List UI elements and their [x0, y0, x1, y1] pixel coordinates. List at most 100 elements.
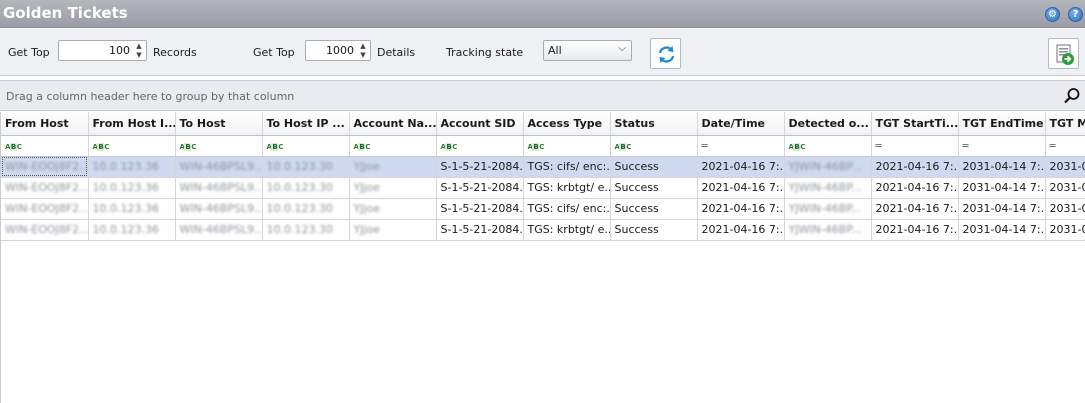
table-row[interactable]: WIN-EOOJ8F2... 10.0.123.36 WIN-46BPSL9..… — [1, 219, 1085, 241]
status-cell: Success — [610, 156, 698, 178]
get-top-details-label: Get Top — [253, 46, 295, 59]
to-host-ip-cell: 10.0.123.30 — [262, 219, 350, 241]
column-header[interactable]: TGT EndTime — [958, 112, 1046, 136]
column-header[interactable]: Detected o... — [784, 112, 872, 136]
group-by-panel[interactable]: Drag a column header here to group by th… — [0, 80, 1085, 111]
account-sid-cell: S-1-5-21-2084... — [436, 177, 524, 199]
column-header[interactable]: Access Type — [523, 112, 611, 136]
column-header[interactable]: Account Na... — [349, 112, 437, 136]
to-host-cell: WIN-46BPSL9... — [175, 177, 263, 199]
from-host-cell: WIN-EOOJ8F2... — [1, 198, 89, 220]
tgt-end-cell: 2031-04-14 7:... — [958, 198, 1046, 220]
settings-icon[interactable]: ⚙ — [1045, 7, 1060, 22]
tgt-end-cell: 2031-04-14 7:... — [958, 219, 1046, 241]
text-filter-icon: ABC — [527, 143, 544, 151]
help-icon[interactable]: ? — [1068, 7, 1083, 22]
toolbar: Get Top 100 ▲ ▼ Records Get Top 1000 ▲ ▼… — [0, 29, 1085, 76]
export-button[interactable] — [1048, 38, 1079, 69]
get-top-label: Get Top — [8, 46, 50, 59]
header-row: From Host From Host I... To Host To Host… — [1, 112, 1085, 136]
filter-cell[interactable]: ABC — [349, 135, 437, 157]
equals-filter-icon: ═ — [701, 141, 708, 152]
tgt-start-cell: 2021-04-16 7:... — [871, 177, 959, 199]
spin-up-icon[interactable]: ▲ — [134, 42, 144, 51]
spin-down-icon[interactable]: ▼ — [134, 51, 144, 60]
refresh-icon — [658, 46, 675, 63]
filter-cell[interactable]: ABC — [436, 135, 524, 157]
detected-on-cell: YJWIN-46BP... — [784, 177, 872, 199]
account-name-cell: YJjoe — [349, 219, 437, 241]
filter-cell[interactable]: ═ — [958, 135, 1046, 157]
filter-cell[interactable]: ═ — [871, 135, 959, 157]
to-host-cell: WIN-46BPSL9... — [175, 198, 263, 220]
column-header[interactable]: Status — [610, 112, 698, 136]
filter-cell[interactable]: ABC — [1, 135, 89, 157]
from-host-ip-cell: 10.0.123.36 — [88, 219, 176, 241]
from-host-ip-cell: 10.0.123.36 — [88, 198, 176, 220]
table-row[interactable]: WIN-EOOJ8F2... 10.0.123.36 WIN-46BPSL9..… — [1, 177, 1085, 199]
from-host-ip-cell: 10.0.123.36 — [88, 177, 176, 199]
detected-on-cell: YJWIN-46BP... — [784, 219, 872, 241]
access-type-cell: TGS: cifs/ enc:... — [523, 156, 611, 178]
status-cell: Success — [610, 198, 698, 220]
records-spinner[interactable]: 100 ▲ ▼ — [58, 40, 147, 61]
search-icon[interactable] — [1063, 87, 1081, 105]
from-host-cell: WIN-EOOJ8F2... — [1, 156, 89, 178]
filter-row: ABC ABC ABC ABC ABC ABC ABC ABC ═ ABC ═ … — [1, 135, 1085, 157]
access-type-cell: TGS: krbtgt/ e... — [523, 219, 611, 241]
tgt-end-cell: 2031-04-14 7:... — [958, 177, 1046, 199]
filter-cell[interactable]: ═ — [1045, 135, 1085, 157]
text-filter-icon: ABC — [788, 143, 805, 151]
refresh-button[interactable] — [650, 38, 681, 69]
account-sid-cell: S-1-5-21-2084... — [436, 219, 524, 241]
tgt-start-cell: 2021-04-16 7:... — [871, 219, 959, 241]
filter-cell[interactable]: ABC — [262, 135, 350, 157]
spin-up-icon[interactable]: ▲ — [358, 42, 368, 51]
text-filter-icon: ABC — [5, 143, 22, 151]
tickets-grid: From Host From Host I... To Host To Host… — [0, 112, 1085, 403]
text-filter-icon: ABC — [614, 143, 631, 151]
filter-cell[interactable]: ABC — [88, 135, 176, 157]
tgt-start-cell: 2021-04-16 7:... — [871, 156, 959, 178]
column-header[interactable]: Account SID — [436, 112, 524, 136]
column-header[interactable]: TGT StartTi... — [871, 112, 959, 136]
account-sid-cell: S-1-5-21-2084... — [436, 198, 524, 220]
filter-cell[interactable]: ABC — [610, 135, 698, 157]
tracking-state-select[interactable]: All ⌵ — [543, 40, 632, 61]
account-name-cell: YJjoe — [349, 156, 437, 178]
column-header[interactable]: From Host I... — [88, 112, 176, 136]
detected-on-cell: YJWIN-46BP... — [784, 198, 872, 220]
to-host-ip-cell: 10.0.123.30 — [262, 156, 350, 178]
datetime-cell: 2021-04-16 7:... — [697, 177, 785, 199]
column-header[interactable]: Date/Time — [697, 112, 785, 136]
filter-cell[interactable]: ABC — [175, 135, 263, 157]
account-name-cell: YJjoe — [349, 198, 437, 220]
datetime-cell: 2021-04-16 7:... — [697, 156, 785, 178]
details-value: 1000 — [326, 44, 354, 57]
column-header[interactable]: TGT M — [1045, 112, 1085, 136]
from-host-cell: WIN-EOOJ8F2... — [1, 219, 89, 241]
tgt-m-cell: 2031-04 — [1045, 219, 1085, 241]
status-cell: Success — [610, 219, 698, 241]
table-row[interactable]: WIN-EOOJ8F2... 10.0.123.36 WIN-46BPSL9..… — [1, 198, 1085, 220]
tgt-m-cell: 2031-04 — [1045, 177, 1085, 199]
details-spinner[interactable]: 1000 ▲ ▼ — [305, 40, 371, 61]
to-host-ip-cell: 10.0.123.30 — [262, 177, 350, 199]
to-host-ip-cell: 10.0.123.30 — [262, 198, 350, 220]
table-row[interactable]: WIN-EOOJ8F2... 10.0.123.36 WIN-46BPSL9..… — [1, 156, 1085, 178]
equals-filter-icon: ═ — [962, 141, 969, 152]
filter-cell[interactable]: ABC — [523, 135, 611, 157]
text-filter-icon: ABC — [92, 143, 109, 151]
datetime-cell: 2021-04-16 7:... — [697, 198, 785, 220]
filter-cell[interactable]: ABC — [784, 135, 872, 157]
spin-down-icon[interactable]: ▼ — [358, 51, 368, 60]
text-filter-icon: ABC — [353, 143, 370, 151]
column-header[interactable]: To Host — [175, 112, 263, 136]
column-header[interactable]: To Host IP ... — [262, 112, 350, 136]
access-type-cell: TGS: krbtgt/ e... — [523, 177, 611, 199]
tgt-m-cell: 2031-04 — [1045, 198, 1085, 220]
account-name-cell: YJjoe — [349, 177, 437, 199]
column-header[interactable]: From Host — [1, 112, 89, 136]
title-bar: Golden Tickets ⚙ ? — [0, 0, 1085, 28]
filter-cell[interactable]: ═ — [697, 135, 785, 157]
